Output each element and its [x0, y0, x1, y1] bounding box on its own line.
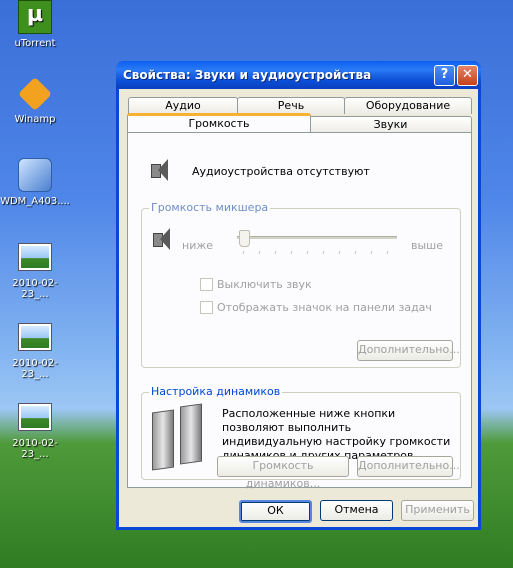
speaker-settings-group: Настройка динамиков Расположенные ниже к… — [141, 385, 461, 490]
desktop-icon-label: 2010-02-23_... — [12, 278, 58, 300]
tray-icon-label: Отображать значок на панели задач — [217, 301, 432, 314]
mixer-speaker-icon — [150, 227, 172, 251]
desktop-icon-utorrent[interactable]: µ uTorrent — [0, 0, 70, 49]
volume-low-label: ниже — [182, 239, 214, 252]
desktop-icon-label: WDM_A403.... — [0, 196, 70, 207]
desktop-icon-image-3[interactable]: 2010-02-23_... — [0, 404, 70, 460]
sound-properties-dialog: Свойства: Звуки и аудиоустройства ? ✕ Ау… — [116, 61, 481, 530]
volume-tab-panel: Аудиоустройства отсутствуют Громкость ми… — [127, 132, 472, 490]
speaker-volume-button[interactable]: Громкость динамиков... — [217, 456, 349, 490]
desktop-icon-label: 2010-02-23_... — [12, 358, 58, 380]
slider-tick — [387, 251, 388, 254]
slider-tick — [243, 251, 244, 254]
desktop-icon-wdm[interactable]: WDM_A403.... — [0, 158, 70, 207]
tab-volume[interactable]: Громкость — [127, 113, 311, 132]
title-bar[interactable]: Свойства: Звуки и аудиоустройства ? ✕ — [116, 61, 481, 89]
slider-tick — [371, 251, 372, 254]
ok-button[interactable]: ОК — [239, 500, 312, 523]
speaker-advanced-button[interactable]: Дополнительно... — [357, 456, 460, 477]
apply-button[interactable]: Применить — [401, 500, 474, 521]
slider-tick — [307, 251, 308, 254]
slider-tick — [259, 251, 260, 254]
slider-tick — [339, 251, 340, 254]
winamp-icon — [18, 77, 52, 111]
slider-tick — [355, 251, 356, 254]
volume-slider-track[interactable] — [237, 236, 397, 239]
speaker-settings-description: Расположенные ниже кнопки позволяют выпо… — [222, 407, 451, 462]
volume-high-label: выше — [411, 239, 444, 252]
mixer-volume-title: Громкость микшера — [149, 201, 271, 214]
window-title: Свойства: Звуки и аудиоустройства — [123, 68, 372, 82]
image-file-icon — [19, 244, 51, 270]
tab-audio[interactable]: Аудио — [128, 97, 238, 114]
speaker-icon — [148, 158, 170, 182]
speakers-icon — [152, 403, 204, 471]
mute-checkbox[interactable] — [200, 278, 213, 291]
tab-hardware[interactable]: Оборудование — [344, 97, 472, 114]
tray-icon-checkbox[interactable] — [200, 301, 213, 314]
image-file-icon — [19, 324, 51, 350]
desktop-icon-winamp[interactable]: Winamp — [0, 77, 70, 125]
no-audio-devices-text: Аудиоустройства отсутствуют — [192, 165, 370, 178]
slider-tick — [275, 251, 276, 254]
tab-speech[interactable]: Речь — [237, 97, 345, 114]
desktop-icon-label: 2010-02-23_... — [12, 438, 58, 460]
volume-slider-thumb[interactable] — [239, 230, 250, 247]
cancel-button[interactable]: Отмена — [320, 500, 393, 521]
desktop-icon-image-2[interactable]: 2010-02-23_... — [0, 324, 70, 380]
speaker-settings-title: Настройка динамиков — [149, 385, 283, 398]
dialog-client-area: Аудио Речь Оборудование Громкость Звуки … — [119, 89, 478, 527]
slider-tick — [291, 251, 292, 254]
slider-tick — [323, 251, 324, 254]
utorrent-icon: µ — [18, 0, 52, 34]
close-button[interactable]: ✕ — [457, 65, 478, 86]
installer-icon — [18, 158, 52, 192]
mixer-volume-group: Громкость микшера ниже выше Выключить зв… — [141, 201, 461, 368]
desktop-icon-label: Winamp — [14, 114, 56, 125]
desktop-icon-label: uTorrent — [14, 38, 56, 49]
mute-label: Выключить звук — [217, 278, 312, 291]
help-button[interactable]: ? — [434, 65, 455, 86]
desktop-icon-image-1[interactable]: 2010-02-23_... — [0, 244, 70, 300]
mixer-advanced-button[interactable]: Дополнительно... — [357, 340, 460, 361]
tab-sounds[interactable]: Звуки — [309, 116, 472, 133]
image-file-icon — [19, 404, 51, 430]
